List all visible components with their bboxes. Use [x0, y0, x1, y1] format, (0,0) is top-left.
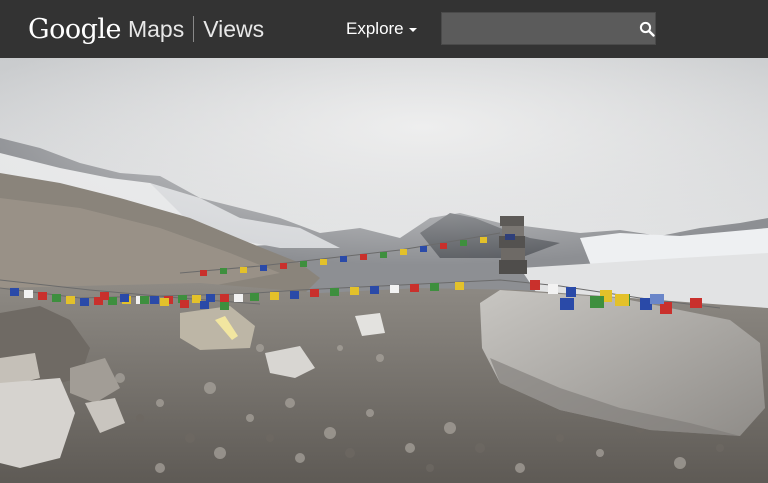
caret-down-icon [408, 28, 417, 32]
top-bar: Google Maps Views Explore [0, 0, 768, 58]
brand-views: Views [203, 15, 265, 42]
stone-cairn [499, 216, 527, 274]
brand-maps: Maps [127, 15, 185, 42]
search-input[interactable] [442, 13, 639, 44]
google-maps-views-logo[interactable]: Google Maps Views [28, 12, 264, 46]
search-button[interactable] [639, 13, 655, 44]
explore-menu-button[interactable]: Explore [346, 17, 417, 41]
street-view-panorama[interactable] [0, 58, 768, 483]
search-icon [639, 21, 655, 37]
search-box [441, 12, 656, 45]
brand-divider [193, 16, 195, 42]
brand-google: Google [28, 13, 121, 45]
explore-label: Explore [346, 19, 404, 38]
panorama-scene [0, 58, 768, 483]
